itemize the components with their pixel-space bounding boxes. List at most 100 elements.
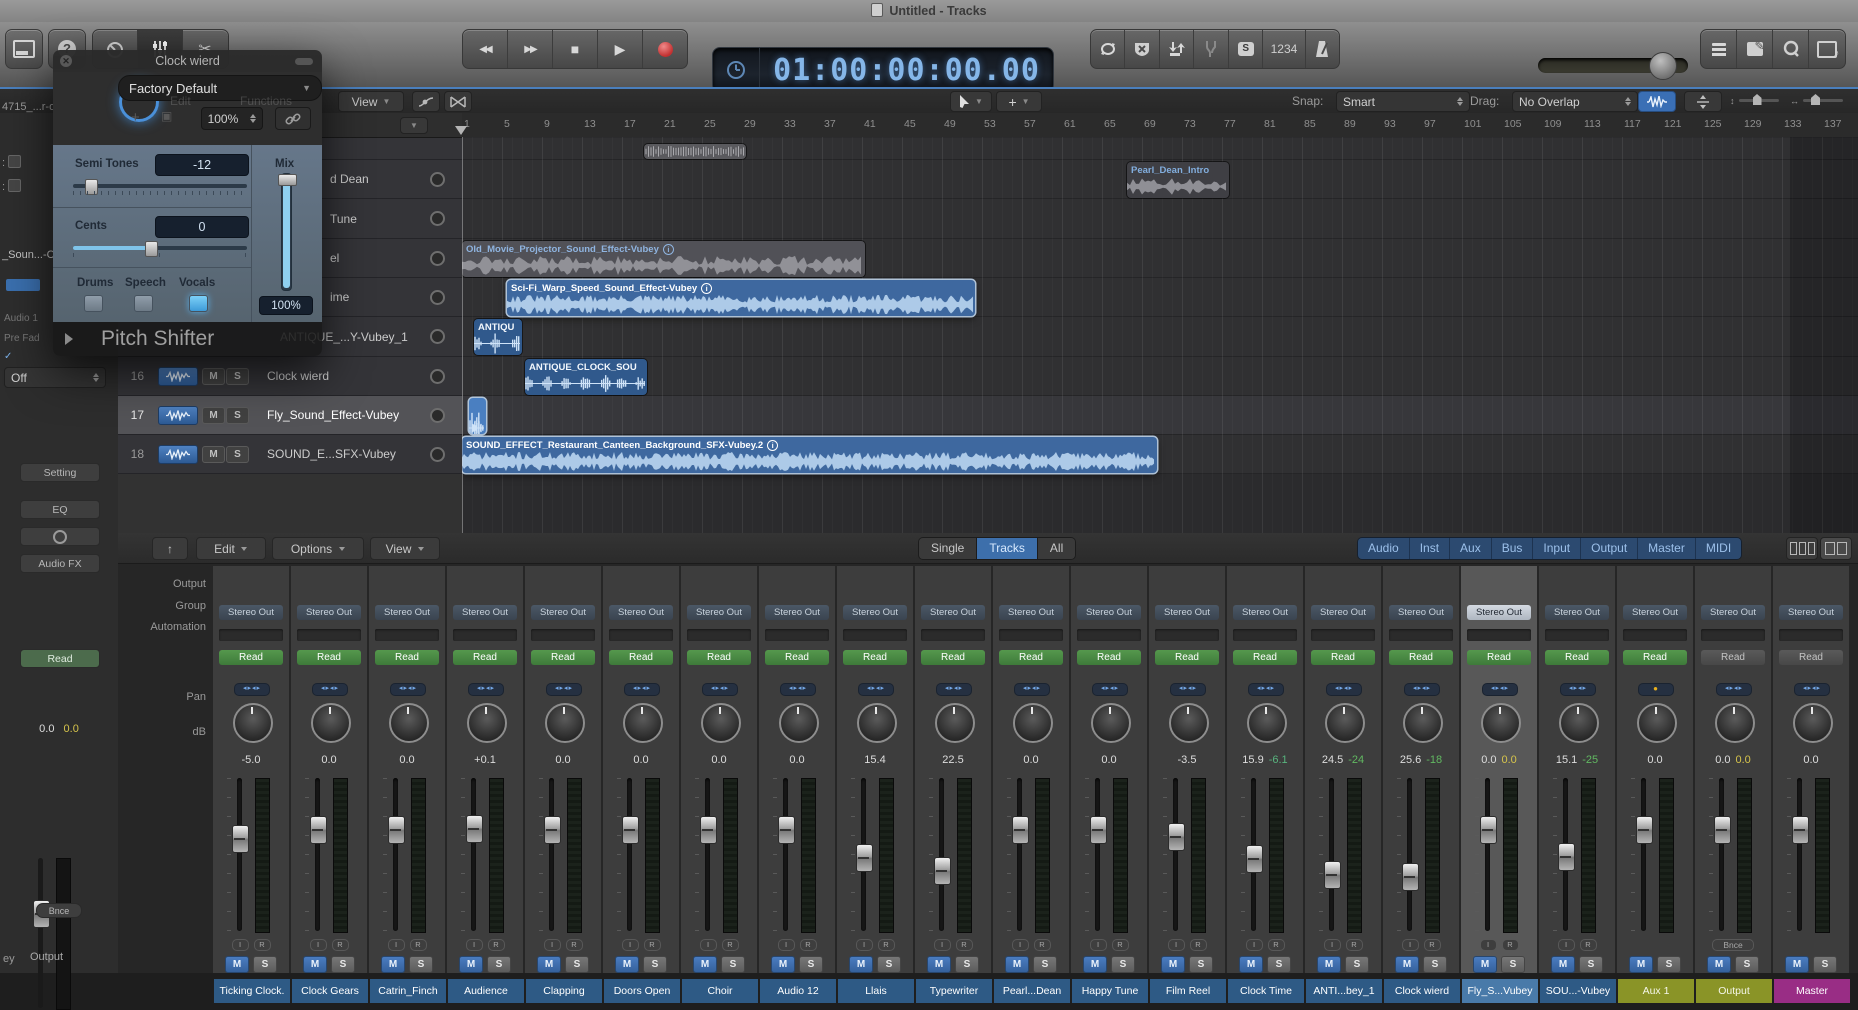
close-icon[interactable]: ✕	[60, 55, 72, 67]
record-button[interactable]	[643, 30, 687, 68]
automation-mode-button[interactable]: Read	[687, 650, 751, 665]
volume-fader[interactable]	[1797, 778, 1802, 931]
play-button[interactable]: ▶	[598, 30, 643, 68]
automation-mode-button[interactable]: Read	[765, 650, 829, 665]
filter-master[interactable]: Master	[1638, 538, 1696, 559]
quantize-select[interactable]: Off	[4, 367, 106, 388]
channel-strip-11[interactable]: Stereo OutRead◂▸◂▸0.0IRMSPearl...Dean	[993, 566, 1069, 973]
solo-button[interactable]: S	[955, 956, 979, 973]
channel-strip-10[interactable]: Stereo OutRead◂▸◂▸22.5IRMSTypewriter	[915, 566, 991, 973]
pan-knob[interactable]	[701, 703, 741, 743]
channel-strip-9[interactable]: Stereo OutRead◂▸◂▸15.4IRMSLlais	[837, 566, 913, 973]
count-in-button[interactable]: 1234	[1263, 30, 1305, 68]
automation-mode-button[interactable]: Read	[1155, 650, 1219, 665]
fader-cap[interactable]	[1714, 816, 1731, 844]
bounce-button[interactable]: Bnce	[36, 903, 82, 918]
solo-button[interactable]: S	[1657, 956, 1681, 973]
audio-region[interactable]: Sci-Fi_Warp_Speed_Sound_Effect-Vubeyi	[507, 280, 975, 316]
input-monitor-button[interactable]: I	[1246, 939, 1263, 951]
input-monitor-button[interactable]: I	[1168, 939, 1185, 951]
scope-all[interactable]: All	[1038, 538, 1075, 559]
channel-name[interactable]: Ticking Clock.	[213, 979, 290, 1003]
channel-name[interactable]: Clapping	[525, 979, 602, 1003]
playhead-marker[interactable]	[455, 126, 467, 135]
volume-fader[interactable]	[1563, 778, 1568, 931]
mix-slider[interactable]	[281, 173, 292, 291]
automation-mode-button[interactable]: Read	[843, 650, 907, 665]
group-slot[interactable]	[1779, 629, 1843, 641]
input-monitor-button[interactable]: I	[700, 939, 717, 951]
record-enable-button[interactable]: R	[1268, 939, 1285, 951]
group-slot[interactable]	[609, 629, 673, 641]
fader-cap[interactable]	[1402, 863, 1419, 891]
solo-button[interactable]: S	[487, 956, 511, 973]
record-enable-button[interactable]: R	[488, 939, 505, 951]
solo-button[interactable]: S	[1813, 956, 1837, 973]
mute-button[interactable]: M	[1395, 956, 1419, 973]
channel-name[interactable]: ANTI...bey_1	[1305, 979, 1382, 1003]
automation-mode-button[interactable]: Read	[999, 650, 1063, 665]
solo-button[interactable]: S	[1189, 956, 1213, 973]
mute-button[interactable]: M	[459, 956, 483, 973]
automation-mode-button[interactable]: Read	[1077, 650, 1141, 665]
waveform-zoom-button[interactable]	[1638, 91, 1676, 112]
fader-cap[interactable]	[1792, 816, 1809, 844]
channel-name[interactable]: Choir	[681, 979, 758, 1003]
fader-cap[interactable]	[310, 816, 327, 844]
format-stereo-icon[interactable]: ◂▸◂▸	[234, 683, 270, 696]
solo-button[interactable]: S	[1345, 956, 1369, 973]
track-header-row[interactable]: 16MSClock wierd	[118, 357, 462, 396]
view-menu[interactable]: View▼	[338, 91, 404, 112]
channel-name[interactable]: Catrin_Finch	[369, 979, 446, 1003]
mute-button[interactable]: M	[693, 956, 717, 973]
solo-button[interactable]: S	[1267, 956, 1291, 973]
track-mute-button[interactable]: M	[202, 407, 225, 424]
rewind-button[interactable]: ◀◀	[463, 30, 508, 68]
format-stereo-icon[interactable]: ◂▸◂▸	[936, 683, 972, 696]
volume-fader[interactable]	[237, 778, 242, 931]
channel-strip-17[interactable]: Stereo OutRead◂▸◂▸0.00.0IRMSFly_S...Vube…	[1461, 566, 1537, 973]
mute-button[interactable]: M	[303, 956, 327, 973]
bounce-button[interactable]: Bnce	[1712, 939, 1754, 951]
channel-name[interactable]: Clock Time	[1227, 979, 1304, 1003]
arrange-area[interactable]: Pearl_Dean_IntroOld_Movie_Projector_Soun…	[462, 137, 1858, 533]
note-pads-button[interactable]: ✎	[1737, 30, 1773, 68]
pan-knob[interactable]	[779, 703, 819, 743]
fader-cap[interactable]	[1090, 816, 1107, 844]
fader-cap[interactable]	[778, 816, 795, 844]
track-solo-button[interactable]: S	[226, 407, 249, 424]
record-enable-button[interactable]: R	[800, 939, 817, 951]
mute-button[interactable]: M	[1551, 956, 1575, 973]
record-enable-icon[interactable]	[430, 369, 445, 384]
minimize-pill-icon[interactable]	[295, 58, 313, 65]
filter-midi[interactable]: MIDI	[1696, 538, 1741, 559]
track-stack-button[interactable]: ▼	[400, 117, 428, 134]
channel-strip-19[interactable]: Stereo OutRead●0.0MSAux 1	[1617, 566, 1693, 973]
auto-track-zoom-button[interactable]	[1684, 91, 1722, 112]
bar-ruler[interactable]: 1591317212529333741454953576165697377818…	[462, 113, 1858, 138]
record-enable-button[interactable]: R	[956, 939, 973, 951]
pan-knob[interactable]	[1403, 703, 1443, 743]
output-select[interactable]: Stereo Out	[1311, 605, 1375, 620]
media-browser-button[interactable]: ♪	[1809, 30, 1844, 68]
mute-button[interactable]: M	[381, 956, 405, 973]
track-solo-button[interactable]: S	[226, 368, 249, 385]
solo-mode-button[interactable]: S	[1229, 30, 1263, 68]
format-stereo-icon[interactable]: ◂▸◂▸	[858, 683, 894, 696]
channel-strip-13[interactable]: Stereo OutRead◂▸◂▸-3.5IRMSFilm Reel	[1149, 566, 1225, 973]
group-slot[interactable]	[1623, 629, 1687, 641]
fader-cap[interactable]	[232, 825, 249, 853]
output-select[interactable]: Stereo Out	[1545, 605, 1609, 620]
track-mute-button[interactable]: M	[202, 446, 225, 463]
audio-region[interactable]: ANTIQUE_CLOCK_SOU	[525, 359, 647, 395]
fader-cap[interactable]	[934, 857, 951, 885]
pan-knob[interactable]	[311, 703, 351, 743]
record-enable-icon[interactable]	[430, 172, 445, 187]
mute-button[interactable]: M	[1629, 956, 1653, 973]
lcd-mode-clock-icon[interactable]	[713, 48, 760, 92]
volume-fader[interactable]	[393, 778, 398, 931]
link-button[interactable]	[275, 107, 311, 130]
speech-checkbox[interactable]	[134, 295, 153, 312]
track-solo-button[interactable]: S	[226, 446, 249, 463]
record-enable-button[interactable]: R	[1190, 939, 1207, 951]
